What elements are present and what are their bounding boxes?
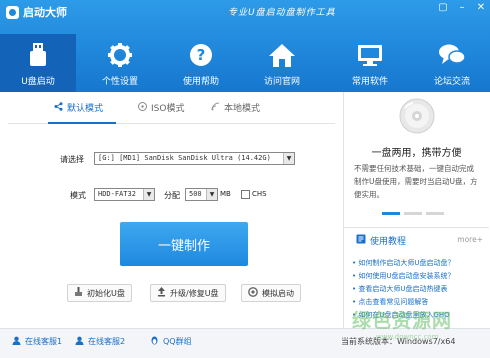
header-bar: 启动大师 专业U盘启动盘制作工具 ▢ – ✕ U盘启动 个性设置 ? 使用帮助 [0,0,490,92]
tab-label: 默认模式 [67,104,104,114]
tab-label: 本地模式 [224,104,261,114]
minimize-icon[interactable]: – [457,3,467,13]
mode-select[interactable]: HDD-FAT32 ▼ [94,188,155,201]
active-tab-indicator [48,122,116,124]
nav-help[interactable]: ? 使用帮助 [164,34,238,92]
wave-icon [211,102,220,114]
nav-forum[interactable]: 论坛交流 [414,34,490,92]
nav-label: 访问官网 [263,77,300,87]
partition-unit: MB [220,190,231,198]
chs-checkbox[interactable] [241,190,250,199]
cd-icon [399,98,435,137]
one-click-make-button[interactable]: 一键制作 [120,222,248,266]
home-icon [267,40,297,70]
nav-label: 个性设置 [101,77,138,87]
book-icon [356,234,366,244]
penguin-icon [150,336,159,347]
user-icon [12,336,21,347]
svg-text:?: ? [197,46,206,64]
upgrade-repair-label: 升级/修复U盘 [170,288,219,298]
nav-common-software[interactable]: 常用软件 [326,34,414,92]
partition-select-value: 500 [189,190,202,198]
share-icon [54,101,63,114]
tab-default-mode[interactable]: 默认模式 [54,101,103,114]
carousel-dot[interactable] [426,212,444,215]
chevron-down-icon: ▼ [143,189,154,200]
guide-title: 使用教程 [370,237,407,247]
qq-group-label: QQ群组 [163,337,192,346]
online-service-1-label: 在线客服1 [25,337,63,346]
window-controls: ▢ – ✕ [438,3,486,13]
question-icon: ? [186,40,216,70]
partition-label: 分配 [164,191,180,200]
app-slogan: 专业U盘启动盘制作工具 [228,8,336,18]
app-title: 启动大师 [23,6,67,19]
mode-select-value: HDD-FAT32 [98,190,136,198]
nav-usb-boot[interactable]: U盘启动 [0,34,76,92]
side-panel: 一盘两用，携带方便 不需要任何技术基础，一键自动完成制作U盘使用，需要时当启动U… [343,92,489,328]
logo-icon [6,5,19,19]
carousel-dot[interactable] [404,212,422,215]
usb-icon [23,40,53,70]
chat-icon [437,40,467,70]
online-service-1-link[interactable]: 在线客服1 [12,336,62,347]
guide-item[interactable]: • 查看启动大师U盘启动热键表 [352,283,486,296]
guide-item[interactable]: • 如何使用U盘启动盘安装系统？ [352,270,486,283]
upgrade-repair-button[interactable]: 升级/修复U盘 [150,284,226,302]
partition-select[interactable]: 500 ▼ [185,188,218,201]
mode-tabs: 默认模式 ISO模式 本地模式 [8,92,335,124]
close-icon[interactable]: ✕ [476,3,486,13]
app-logo: 启动大师 [6,4,67,20]
device-select[interactable]: [G:] [MD1] SanDisk SanDisk Ultra (14.42G… [94,152,295,165]
watermark-url: www.downcc.com [376,333,439,341]
promo-title: 一盘两用，携带方便 [371,148,462,159]
brush-icon [74,287,83,299]
restore-icon[interactable]: ▢ [438,3,448,13]
guide-item[interactable]: • 如何制作启动大师U盘启动盘？ [352,257,486,270]
simulate-boot-label: 模拟启动 [262,288,294,298]
nav-label: 常用软件 [351,77,388,87]
tab-iso-mode[interactable]: ISO模式 [138,101,184,114]
make-button-label: 一键制作 [157,238,210,254]
online-service-2-label: 在线客服2 [88,337,126,346]
nav-label: U盘启动 [21,77,55,87]
qq-group-link[interactable]: QQ群组 [150,336,192,347]
nav-official-site[interactable]: 访问官网 [238,34,326,92]
tab-label: ISO模式 [151,104,185,114]
nav-label: 论坛交流 [433,77,470,87]
nav-personal-settings[interactable]: 个性设置 [76,34,164,92]
chevron-down-icon: ▼ [206,189,217,200]
device-select-label: 请选择 [60,155,84,164]
online-service-2-link[interactable]: 在线客服2 [75,336,125,347]
guide-header: 使用教程 more+ [344,227,489,247]
nav-label: 使用帮助 [182,77,219,87]
init-usb-button[interactable]: 初始化U盘 [67,284,132,302]
carousel-dot[interactable] [382,212,400,215]
guide-more-link[interactable]: more+ [457,235,483,244]
promo-text: 不需要任何技术基础，一键自动完成制作U盘使用，需要时当启动U盘，方便实用。 [354,164,478,199]
gear-icon [105,40,135,70]
init-usb-label: 初始化U盘 [87,288,125,298]
upload-icon [157,287,166,299]
tab-local-mode[interactable]: 本地模式 [211,101,260,114]
mode-label: 模式 [70,191,86,200]
user-icon [75,336,84,347]
main-nav: U盘启动 个性设置 ? 使用帮助 访问官网 常用软件 论坛交流 [0,34,490,92]
device-select-value: [G:] [MD1] SanDisk SanDisk Ultra (14.42G… [98,154,271,162]
carousel-dots [382,212,444,215]
disc-icon [138,101,147,114]
simulate-boot-button[interactable]: 模拟启动 [241,284,301,302]
lifebuoy-icon [248,287,258,299]
monitor-icon [355,40,385,70]
watermark-text: 绿色资源网 [352,310,453,332]
chs-label: CHS [252,190,267,198]
chevron-down-icon: ▼ [283,153,294,164]
